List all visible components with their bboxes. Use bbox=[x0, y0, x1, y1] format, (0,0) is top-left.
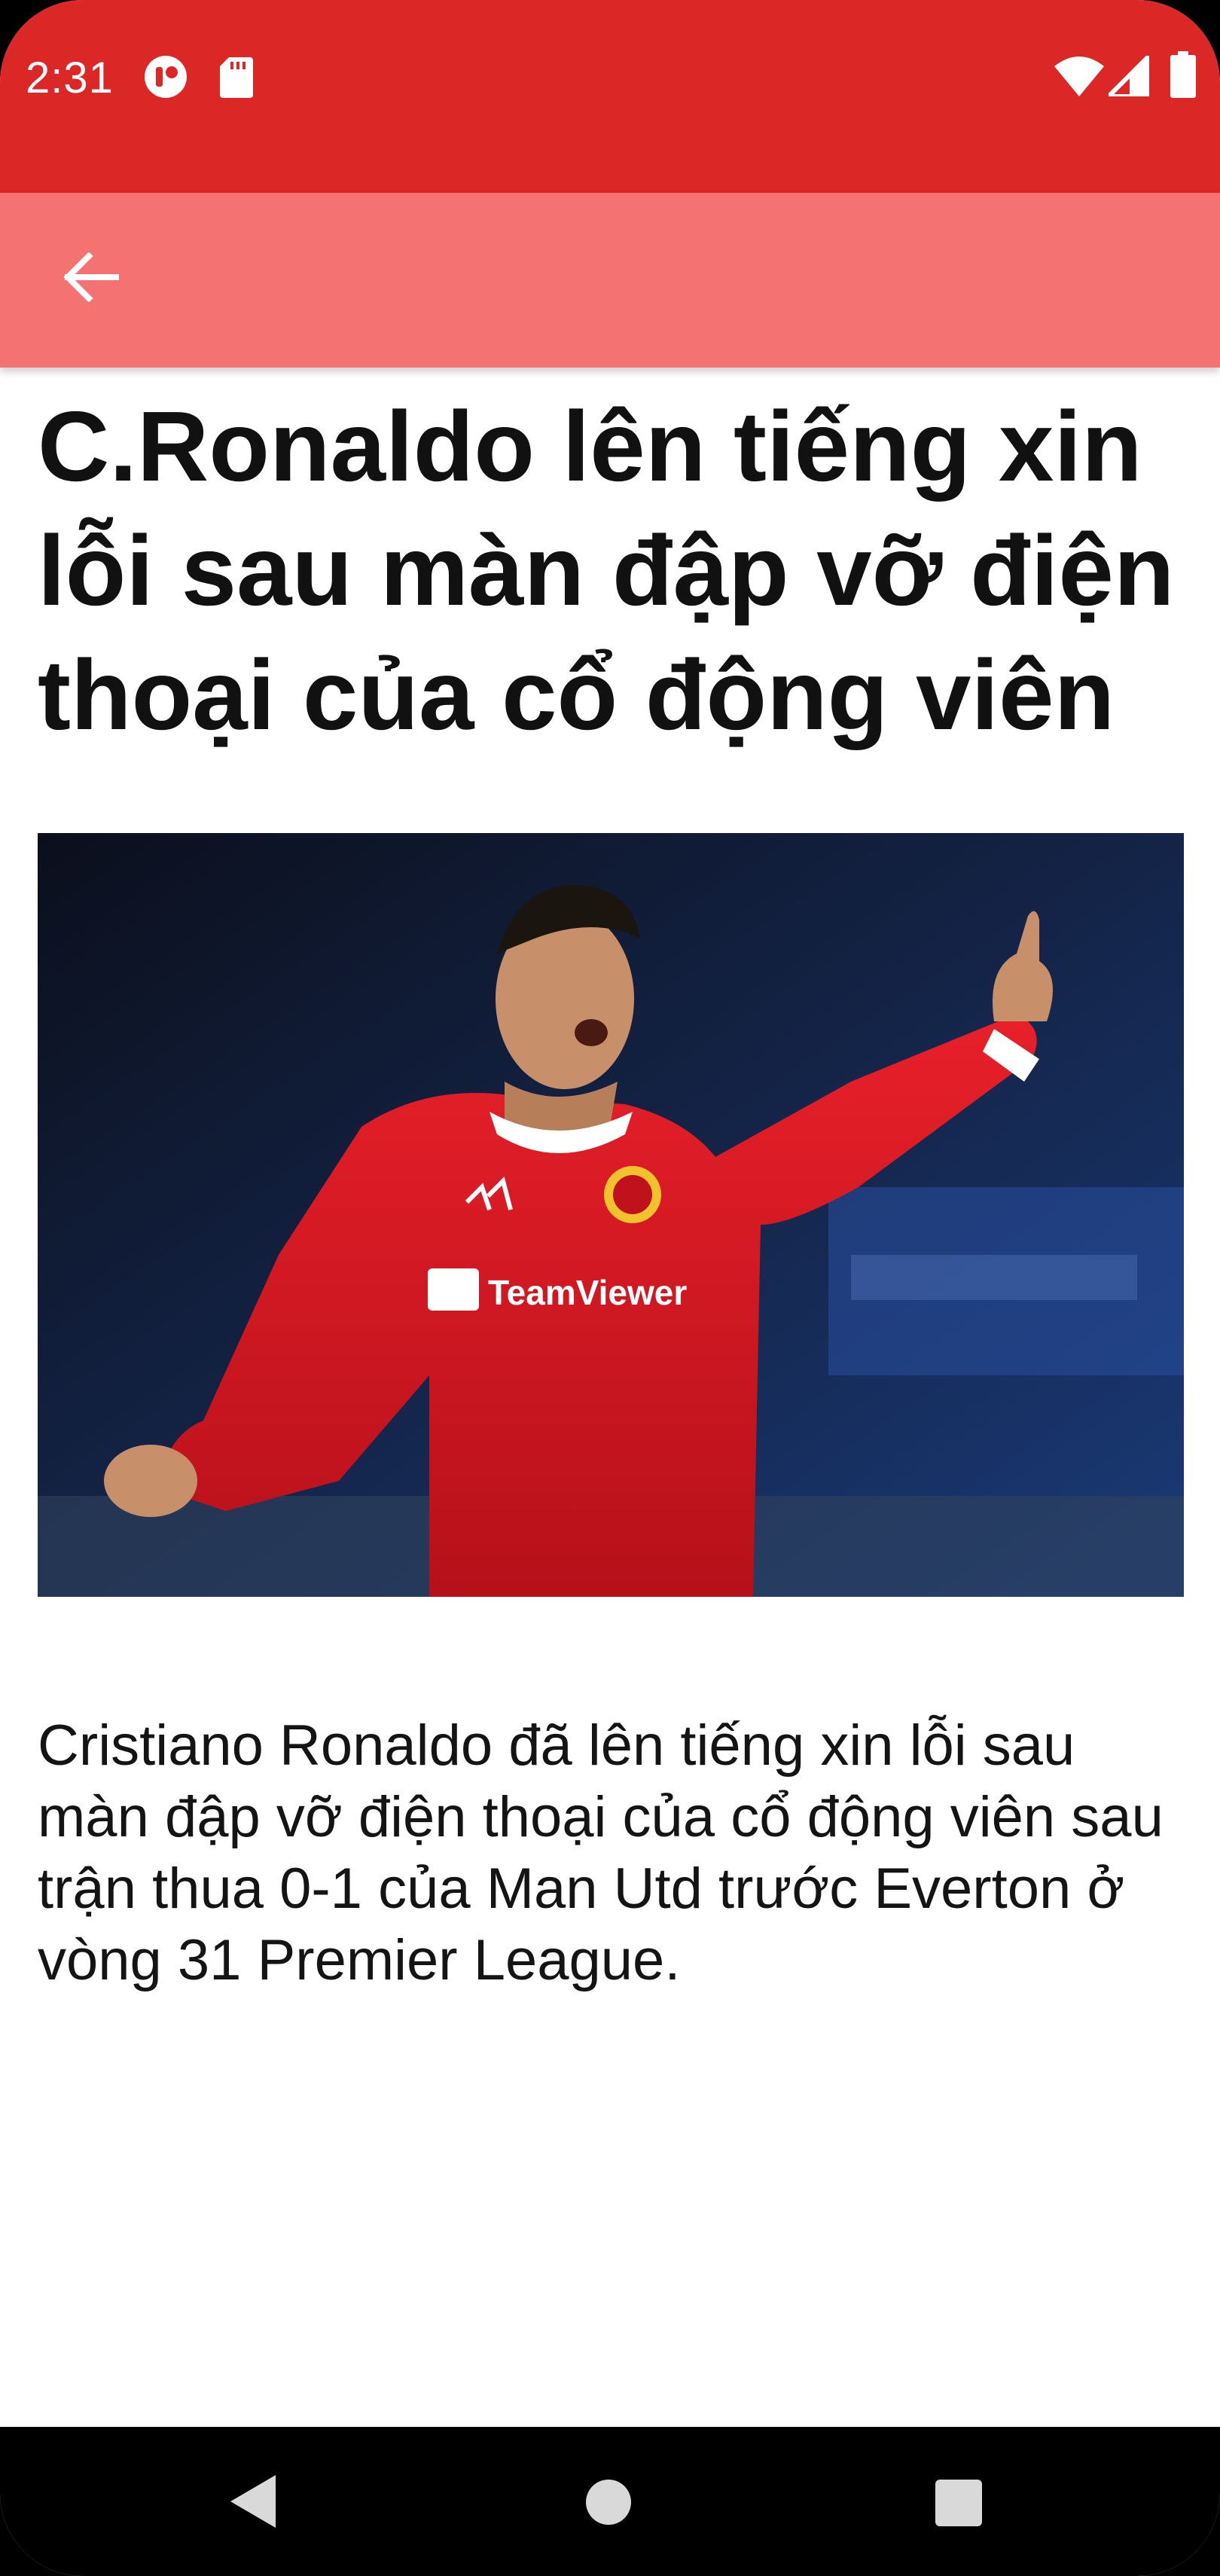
app-notification-icon bbox=[143, 54, 188, 103]
arrow-left-icon bbox=[62, 251, 119, 306]
back-triangle-icon[interactable] bbox=[230, 2475, 276, 2532]
shirt-sponsor-text: TeamViewer bbox=[488, 1273, 687, 1312]
status-time: 2:31 bbox=[26, 53, 114, 102]
sd-card-icon bbox=[220, 57, 253, 102]
player-photo: TeamViewer bbox=[38, 833, 1184, 1597]
article-summary: Cristiano Ronaldo đã lên tiếng xin lỗi s… bbox=[38, 1714, 1164, 1992]
recents-square-icon[interactable] bbox=[935, 2480, 982, 2530]
status-bar: 2:31 bbox=[0, 0, 1220, 193]
home-circle-icon[interactable] bbox=[586, 2480, 631, 2529]
wifi-icon bbox=[1054, 56, 1104, 100]
navigation-bar bbox=[0, 2427, 1220, 2576]
cell-signal-icon bbox=[1106, 53, 1151, 100]
article-title: C.Ronaldo lên tiếng xin lỗi sau màn đập … bbox=[38, 391, 1175, 750]
article-image: TeamViewer bbox=[38, 833, 1184, 1597]
battery-icon bbox=[1170, 51, 1196, 102]
back-button[interactable] bbox=[38, 226, 143, 331]
phone-screen: 2:31 C.Ronaldo lên tiếng xin lỗi sau màn… bbox=[0, 0, 1220, 2576]
app-bar bbox=[0, 193, 1220, 368]
